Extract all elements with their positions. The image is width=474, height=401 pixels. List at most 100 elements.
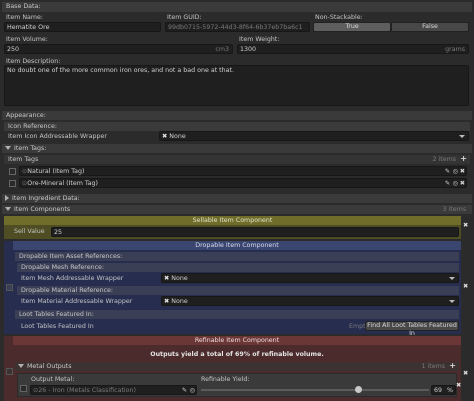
icon-wrapper-dropdown[interactable]: ✖ None <box>159 131 469 141</box>
metal-outputs-title: Metal Outputs <box>27 363 72 370</box>
tags-count: 2 items <box>432 156 456 163</box>
weight-field[interactable]: 1300 grams <box>237 44 469 54</box>
tag-field-1[interactable]: ⊙Natural (Item Tag) ✎ ◎ ✖ <box>19 166 467 176</box>
weight-label: Item Weight: <box>239 36 280 43</box>
components-title: Item Components <box>14 206 71 213</box>
yield-value-field[interactable]: 69 % <box>431 385 456 395</box>
non-stackable-false-button[interactable]: False <box>391 22 469 32</box>
target-icon[interactable]: ◎ <box>453 168 459 175</box>
appearance-title: Appearance: <box>6 112 46 119</box>
output-metal-value: 26 - Iron (Metals Classification) <box>38 387 136 394</box>
none-x-icon: ✖ <box>162 133 168 140</box>
volume-field[interactable]: 250 cm3 <box>4 44 233 54</box>
mesh-ref-header: Dropable Mesh Reference: <box>17 263 459 272</box>
drag-handle-icon[interactable] <box>6 368 13 375</box>
edit-icon[interactable]: ✎ <box>445 168 450 175</box>
item-name-label: Item Name: <box>6 14 44 21</box>
chevron-down-icon <box>459 135 465 138</box>
item-tags-title: Item Tags: <box>14 145 47 152</box>
weight-unit: grams <box>445 46 465 53</box>
icon-wrapper-label: Item Icon Addressable Wrapper <box>8 133 107 140</box>
target-icon[interactable]: ◎ <box>453 180 459 187</box>
add-tag-icon[interactable]: + <box>460 154 467 163</box>
description-textarea[interactable]: No doubt one of the more common iron ore… <box>4 65 469 106</box>
tag-value-2: Ore-Mineral (Item Tag) <box>27 180 98 187</box>
sell-value-label: Sell Value <box>14 228 45 235</box>
output-row: Output Metal: ⊙26 - Iron (Metals Classif… <box>17 373 457 397</box>
guid-label: Item GUID: <box>167 14 202 21</box>
material-wrapper-dropdown[interactable]: ✖ None <box>161 296 459 306</box>
drag-handle-icon[interactable] <box>6 284 13 291</box>
description-label: Item Description: <box>6 58 61 65</box>
metal-outputs-header[interactable]: Metal Outputs 1 items + <box>15 361 459 371</box>
item-tags-header[interactable]: Item Tags: <box>2 144 472 153</box>
chevron-down-icon <box>449 277 455 280</box>
drag-handle-icon[interactable] <box>9 168 16 175</box>
material-wrapper-label: Item Material Addressable Wrapper <box>21 298 133 305</box>
remove-component-icon[interactable]: ✖ <box>463 370 468 377</box>
tag-row-1[interactable]: ⊙Natural (Item Tag) ✎ ◎ ✖ <box>4 166 470 177</box>
item-name-field[interactable]: Hematite Ore <box>4 22 161 32</box>
remove-tag-icon[interactable]: ✖ <box>460 168 465 175</box>
base-data-title: Base Data: <box>6 3 41 10</box>
non-stackable-true-button[interactable]: True <box>313 22 391 32</box>
drag-handle-icon[interactable] <box>9 180 16 187</box>
yield-note: Outputs yield a total of 69% of refinabl… <box>150 351 324 358</box>
droppable-title: Dropable Item Component <box>195 242 279 249</box>
refinable-header: Refinable Item Component <box>13 336 461 345</box>
output-metal-label: Output Metal: <box>31 376 75 383</box>
yield-slider-track[interactable] <box>201 389 429 391</box>
yield-slider-thumb[interactable] <box>354 386 362 393</box>
expand-arrow-icon <box>5 207 11 211</box>
tags-list-header: Item Tags 2 items + <box>4 154 470 164</box>
base-data-header: Base Data: <box>2 2 472 12</box>
mesh-wrapper-label: Item Mesh Addressable Wrapper <box>21 275 124 282</box>
add-output-icon[interactable]: + <box>449 361 456 370</box>
output-metal-field[interactable]: ⊙26 - Iron (Metals Classification) ✎ ◎ <box>30 385 197 395</box>
remove-component-icon[interactable]: ✖ <box>463 283 468 290</box>
material-wrapper-value: None <box>171 298 188 305</box>
expand-arrow-icon <box>5 146 11 150</box>
drag-handle-icon[interactable] <box>20 385 27 392</box>
material-ref-header: Dropable Material Reference: <box>17 286 459 295</box>
sellable-component: Sellable Item Component Sell Value 25 <box>4 216 461 239</box>
edit-icon[interactable]: ✎ <box>182 387 187 394</box>
remove-output-icon[interactable]: ✖ <box>456 382 461 389</box>
yield-value: 69 <box>434 387 443 394</box>
expand-arrow-icon <box>18 364 24 368</box>
chevron-down-icon <box>449 300 455 303</box>
tag-field-2[interactable]: ⊙Ore-Mineral (Item Tag) ✎ ◎ ✖ <box>19 178 467 188</box>
remove-tag-icon[interactable]: ✖ <box>460 180 465 187</box>
asset-refs-header: Dropable Item Asset References: <box>15 252 459 261</box>
asset-refs-title: Dropable Item Asset References: <box>19 253 123 260</box>
icon-reference-header: Icon Reference: <box>4 122 470 131</box>
none-x-icon: ✖ <box>164 275 170 282</box>
yield-unit: % <box>447 387 453 394</box>
edit-icon[interactable]: ✎ <box>445 180 450 187</box>
sell-value-field[interactable]: 25 <box>51 227 459 237</box>
tag-value-1: Natural (Item Tag) <box>27 168 85 175</box>
loot-header: Loot Tables Featured In: <box>15 310 459 319</box>
find-loot-tables-button[interactable]: Find All Loot Tables Featured In <box>365 321 459 337</box>
components-header[interactable]: Item Components 3 items <box>2 205 472 214</box>
remove-component-icon[interactable]: ✖ <box>463 222 468 229</box>
tags-list-label: Item Tags <box>8 156 39 163</box>
appearance-header: Appearance: <box>2 111 472 120</box>
collapse-arrow-icon <box>5 195 9 201</box>
tag-row-2[interactable]: ⊙Ore-Mineral (Item Tag) ✎ ◎ ✖ <box>4 178 470 189</box>
icon-reference-title: Icon Reference: <box>8 123 57 130</box>
droppable-component: Dropable Item Component Dropable Item As… <box>4 241 461 337</box>
icon-wrapper-value: None <box>169 133 186 140</box>
weight-value: 1300 <box>240 46 257 53</box>
target-icon[interactable]: ◎ <box>190 387 196 394</box>
volume-unit: cm3 <box>215 46 229 53</box>
non-stackable-label: Non-Stackable: <box>315 14 363 21</box>
outputs-count: 1 items <box>421 363 445 370</box>
ingredient-header[interactable]: Item Ingredient Data: <box>2 194 472 203</box>
volume-label: Item Volume: <box>6 36 48 43</box>
loot-label: Loot Tables Featured In <box>21 323 94 330</box>
mesh-wrapper-dropdown[interactable]: ✖ None <box>161 273 459 283</box>
components-count: 3 items <box>442 206 466 213</box>
loot-header-title: Loot Tables Featured In: <box>19 311 94 318</box>
guid-field: 99db0715-5972-44d3-8f64-6b37eb7ba6c1 <box>165 22 310 32</box>
